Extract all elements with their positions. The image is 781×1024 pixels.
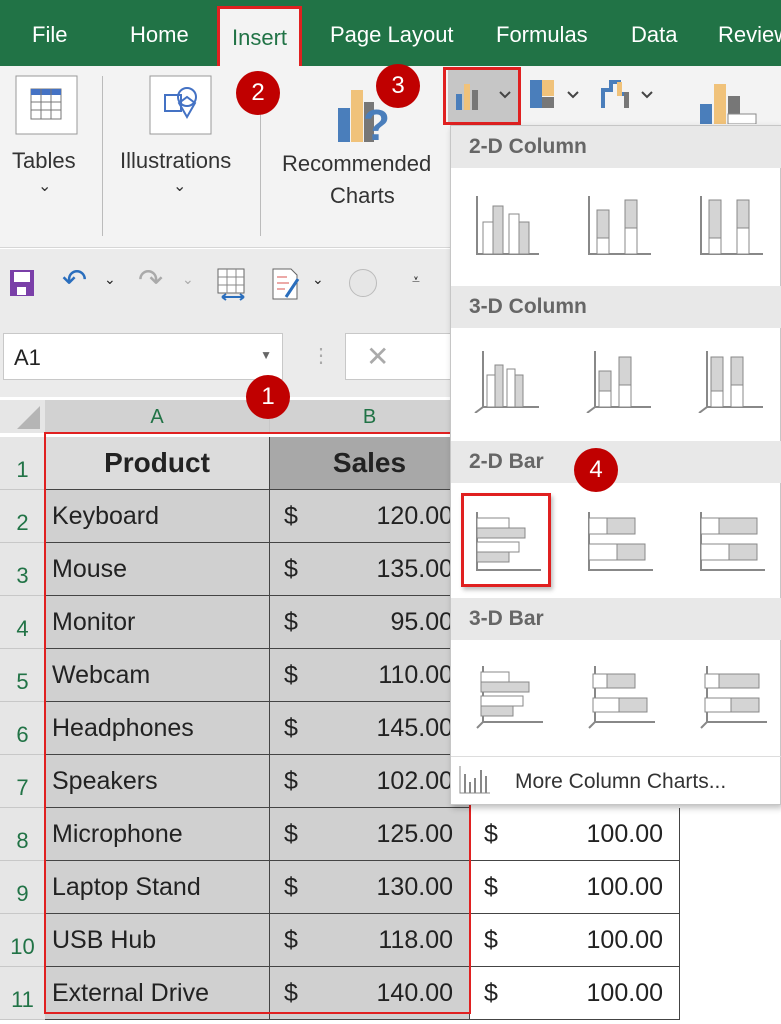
currency-symbol: $ bbox=[484, 926, 498, 954]
step-badge-1: 1 bbox=[246, 375, 290, 419]
recommended-label-1: Recommended bbox=[282, 151, 432, 176]
column-c-value: 100.00 bbox=[586, 820, 663, 848]
column-width-icon[interactable] bbox=[216, 267, 250, 301]
3d-clustered-bar-icon[interactable] bbox=[475, 666, 543, 732]
tab-review[interactable]: Review bbox=[718, 22, 781, 48]
3d-stacked-column-icon[interactable] bbox=[585, 351, 651, 413]
undo-icon[interactable]: ↶ bbox=[62, 263, 87, 298]
column-c-cell[interactable]: $100.00 bbox=[470, 967, 680, 1020]
row-header[interactable]: 9 bbox=[0, 861, 45, 914]
cancel-icon[interactable]: ✕ bbox=[366, 340, 389, 373]
chevron-down-icon[interactable]: ⌄ bbox=[104, 271, 116, 288]
customize-toolbar-icon[interactable]: ⩡ bbox=[412, 271, 420, 288]
row-header[interactable]: 7 bbox=[0, 755, 45, 808]
tables-label: Tables bbox=[12, 148, 76, 173]
chevron-down-icon: ⌄ bbox=[38, 178, 52, 195]
ribbon-tab-bar: File Home Insert Page Layout Formulas Da… bbox=[0, 0, 781, 68]
stacked-bar-icon[interactable] bbox=[587, 512, 653, 572]
row-header[interactable]: 2 bbox=[0, 490, 45, 543]
range-selection-highlight bbox=[44, 432, 471, 1014]
dropdown-arrow-icon: ▼ bbox=[260, 348, 272, 362]
hierarchy-chart-button[interactable] bbox=[528, 78, 584, 110]
chevron-down-icon[interactable]: ⌄ bbox=[182, 271, 194, 288]
currency-symbol: $ bbox=[484, 979, 498, 1007]
section-2d-column: 2-D Column bbox=[451, 126, 781, 168]
pivot-chart-button[interactable] bbox=[698, 80, 758, 124]
svg-text:?: ? bbox=[363, 101, 390, 144]
column-c-cell[interactable]: $100.00 bbox=[470, 914, 680, 967]
more-column-charts-label: More Column Charts... bbox=[515, 770, 727, 793]
row-header[interactable]: 10 bbox=[0, 914, 45, 967]
100-stacked-column-icon[interactable] bbox=[699, 196, 763, 256]
tab-formulas[interactable]: Formulas bbox=[496, 22, 588, 48]
tab-file[interactable]: File bbox=[32, 22, 67, 48]
row-header[interactable]: 6 bbox=[0, 702, 45, 755]
100-stacked-bar-icon[interactable] bbox=[699, 512, 765, 572]
select-all-button[interactable] bbox=[0, 400, 45, 433]
tab-data[interactable]: Data bbox=[631, 22, 677, 48]
column-c-value: 100.00 bbox=[586, 926, 663, 954]
row-header[interactable]: 5 bbox=[0, 649, 45, 702]
name-box-value: A1 bbox=[14, 345, 41, 370]
column-c-value: 100.00 bbox=[586, 979, 663, 1007]
redo-icon[interactable]: ↷ bbox=[138, 263, 163, 298]
save-icon[interactable] bbox=[9, 269, 35, 297]
row-header[interactable]: 3 bbox=[0, 543, 45, 596]
divider bbox=[102, 76, 103, 236]
row-header[interactable]: 8 bbox=[0, 808, 45, 861]
column-chart-icon bbox=[459, 766, 490, 794]
section-3d-column: 3-D Column bbox=[451, 286, 781, 328]
section-3d-bar: 3-D Bar bbox=[451, 598, 781, 640]
circle-icon[interactable] bbox=[349, 269, 377, 297]
name-box[interactable]: A1 ▼ bbox=[3, 333, 283, 380]
stacked-column-icon[interactable] bbox=[587, 196, 651, 256]
row-header[interactable]: 4 bbox=[0, 596, 45, 649]
tab-home[interactable]: Home bbox=[130, 22, 189, 48]
table-icon bbox=[15, 75, 78, 135]
column-header-b[interactable]: B bbox=[270, 400, 470, 433]
clustered-column-icon[interactable] bbox=[475, 196, 539, 256]
step-badge-2: 2 bbox=[236, 71, 280, 115]
3d-clustered-column-icon[interactable] bbox=[473, 351, 539, 413]
clustered-bar-icon[interactable] bbox=[475, 512, 541, 572]
tab-insert[interactable]: Insert bbox=[217, 6, 303, 68]
chevron-down-icon: ⌄ bbox=[173, 178, 187, 195]
3d-100-stacked-bar-icon[interactable] bbox=[699, 666, 767, 732]
column-c-value: 100.00 bbox=[586, 873, 663, 901]
column-header-a[interactable]: A bbox=[45, 400, 270, 433]
form-icon[interactable] bbox=[270, 267, 304, 301]
shapes-icon bbox=[149, 75, 212, 135]
step-badge-4: 4 bbox=[574, 448, 618, 492]
recommended-label-2: Charts bbox=[330, 183, 395, 208]
grip-icon: ⋮ bbox=[311, 345, 331, 367]
tab-page-layout[interactable]: Page Layout bbox=[330, 22, 454, 48]
chevron-down-icon[interactable]: ⌄ bbox=[312, 271, 324, 288]
column-c-cell[interactable]: $100.00 bbox=[470, 861, 680, 914]
more-column-charts-button[interactable]: More Column Charts... bbox=[451, 758, 781, 804]
formula-buttons: ✕ bbox=[345, 333, 455, 380]
divider bbox=[451, 756, 781, 757]
row-header[interactable]: 1 bbox=[0, 437, 45, 490]
currency-symbol: $ bbox=[484, 820, 498, 848]
3d-stacked-bar-icon[interactable] bbox=[587, 666, 655, 732]
waterfall-chart-button[interactable] bbox=[600, 78, 658, 110]
illustrations-label: Illustrations bbox=[120, 148, 232, 173]
column-c-cell[interactable]: $100.00 bbox=[470, 808, 680, 861]
3d-100-stacked-column-icon[interactable] bbox=[697, 351, 763, 413]
step-badge-3: 3 bbox=[376, 64, 420, 108]
column-chart-highlight bbox=[443, 67, 521, 125]
currency-symbol: $ bbox=[484, 873, 498, 901]
row-header[interactable]: 11 bbox=[0, 967, 45, 1020]
